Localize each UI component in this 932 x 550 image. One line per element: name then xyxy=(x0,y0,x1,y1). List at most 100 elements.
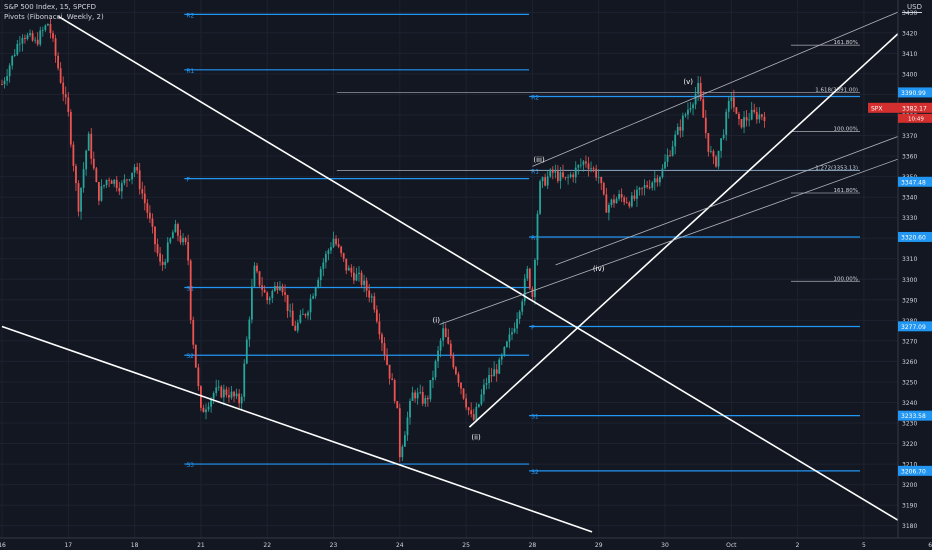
candle-body xyxy=(355,274,358,281)
candle-body xyxy=(353,272,355,281)
price-tick-label: 3270 xyxy=(902,338,917,345)
candle-body xyxy=(740,119,743,128)
price-tag-value: 3390.99 xyxy=(901,90,926,97)
price-tag[interactable]: 3206.70 xyxy=(898,465,932,476)
candle-body xyxy=(171,232,174,239)
price-tick-label: 3370 xyxy=(902,133,917,140)
candle-body xyxy=(669,155,671,156)
candle-body xyxy=(618,194,620,199)
symbol-title[interactable]: S&P 500 Index, 15, SPCFD xyxy=(4,3,96,11)
candle-body xyxy=(120,183,123,192)
price-tick-label: 3290 xyxy=(902,297,917,304)
candle-body xyxy=(434,361,437,378)
price-tag[interactable]: SPX 3382.17 10:49 xyxy=(868,102,932,123)
candle-body xyxy=(393,380,396,402)
candle-body xyxy=(692,104,694,109)
price-tag[interactable]: 3390.99 xyxy=(898,87,932,98)
candle-body xyxy=(615,198,618,204)
trend-line[interactable] xyxy=(1,325,593,533)
candle-body xyxy=(368,290,371,298)
candle-body xyxy=(123,179,126,184)
pivot-lines: R2R1PS1S2S3R2R1R1PS1S2 xyxy=(184,12,860,476)
price-tick-label: 3240 xyxy=(902,400,917,407)
candle-body xyxy=(406,417,409,436)
time-tick-label: 16 xyxy=(0,542,6,549)
candle-body xyxy=(26,35,29,40)
candle-body xyxy=(13,54,16,56)
candle-body xyxy=(694,93,697,105)
candle-body xyxy=(31,33,34,41)
candle-body xyxy=(638,187,641,190)
candle-body xyxy=(572,174,575,178)
candle-body xyxy=(54,38,57,56)
candle-body xyxy=(679,126,682,131)
candle-body xyxy=(579,164,582,166)
candle-body xyxy=(620,194,623,198)
candle-body xyxy=(643,185,646,189)
candle-body xyxy=(704,117,707,134)
candle-body xyxy=(77,183,80,212)
candle-body xyxy=(681,115,684,131)
candle-body xyxy=(526,268,529,279)
time-axis[interactable]: 16 17 18 21 22 23 24 25 28 29 30 Oct 2 5 6 xyxy=(0,537,932,550)
candle-body xyxy=(299,314,302,323)
candle-body xyxy=(715,156,717,167)
candle-body xyxy=(307,312,309,316)
candle-body xyxy=(595,168,598,178)
price-tag-value: 3347.48 xyxy=(901,179,926,186)
trend-lines[interactable] xyxy=(1,3,925,533)
candle-body xyxy=(268,298,271,301)
candle-body xyxy=(460,382,462,389)
candle-body xyxy=(67,97,70,112)
candle-body xyxy=(238,393,241,404)
price-tag[interactable]: 3277.09 xyxy=(898,321,932,332)
candle-body xyxy=(725,111,728,135)
candle-body xyxy=(253,265,256,287)
candle-body xyxy=(707,133,710,152)
price-tick-label: 3220 xyxy=(902,441,917,448)
candle-body xyxy=(503,346,506,356)
candle-body xyxy=(424,398,427,404)
price-tick-label: 3330 xyxy=(902,215,917,222)
price-tick-label: 3230 xyxy=(902,421,917,428)
candle-body xyxy=(758,114,761,120)
time-tick-label: 18 xyxy=(131,542,139,549)
candle-body xyxy=(651,182,654,188)
candle-body xyxy=(687,109,689,115)
candle-body xyxy=(149,212,151,219)
candle-body xyxy=(421,391,424,404)
candle-body xyxy=(284,292,286,295)
candle-body xyxy=(653,178,656,183)
candle-body xyxy=(378,321,381,335)
candle-body xyxy=(87,133,90,151)
price-tag-value: 3233.58 xyxy=(901,413,926,420)
candle-body xyxy=(248,319,251,340)
candle-body xyxy=(426,398,429,400)
price-chart[interactable]: R2R1PS1S2S3R2R1R1PS1S2 161.80%1.618(3391… xyxy=(0,0,932,550)
price-tag[interactable]: 3320.60 xyxy=(898,231,932,242)
pivot-label: R1 xyxy=(186,68,194,75)
candle-body xyxy=(712,151,715,157)
indicator-title[interactable]: Pivots (Fibonacci, Weekly, 2) xyxy=(4,13,104,21)
candle-body xyxy=(291,310,294,326)
candle-body xyxy=(138,170,141,190)
candle-body xyxy=(577,165,580,168)
candle-body xyxy=(590,168,592,170)
candle-body xyxy=(258,271,261,286)
candle-body xyxy=(498,359,501,374)
time-tick-label: 5 xyxy=(862,542,866,549)
price-axis[interactable]: 3180319032003210322032303240325032603270… xyxy=(868,0,932,538)
price-tag[interactable]: 3233.58 xyxy=(898,410,932,421)
candle-body xyxy=(151,218,154,227)
candle-body xyxy=(52,33,54,39)
price-tag[interactable]: 3347.48 xyxy=(898,176,932,187)
candle-body xyxy=(8,65,11,77)
candle-body xyxy=(689,108,692,110)
candle-body xyxy=(365,280,368,291)
candle-body xyxy=(602,183,605,195)
candle-body xyxy=(85,150,88,170)
candle-body xyxy=(358,272,360,275)
trend-line[interactable] xyxy=(532,3,918,167)
candle-body xyxy=(205,409,207,413)
candle-body xyxy=(636,189,638,199)
